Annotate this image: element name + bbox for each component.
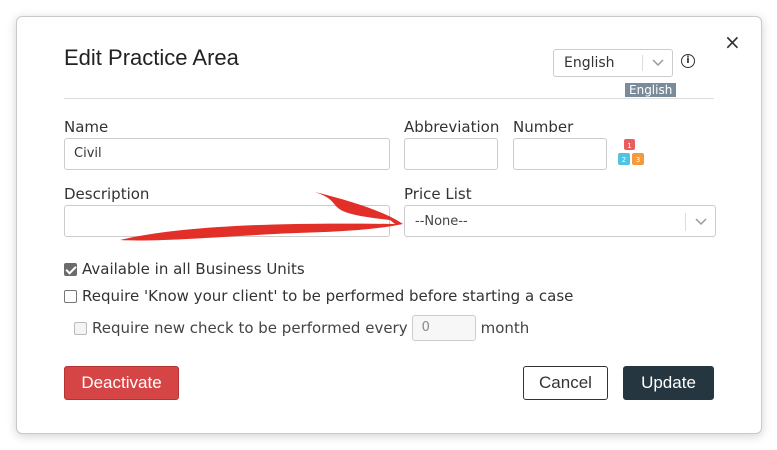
number-label: Number [513,118,574,136]
available-all-units-label: Available in all Business Units [82,260,305,278]
chevron-down-icon [652,59,664,67]
info-icon[interactable]: i [681,54,695,68]
language-select[interactable]: English [553,49,673,77]
name-input[interactable]: Civil [64,138,390,170]
select-separator [642,55,643,71]
abbreviation-label: Abbreviation [404,118,500,136]
price-list-label: Price List [404,185,472,203]
chevron-down-icon [695,218,707,226]
svg-text:1: 1 [627,142,631,150]
checkbox-icon [74,321,87,335]
cancel-button[interactable]: Cancel [523,366,608,400]
header-divider [64,98,714,99]
language-badge: English [625,83,677,97]
name-label: Name [64,118,109,136]
description-label: Description [64,185,150,203]
close-icon[interactable]: × [724,32,741,52]
number-input[interactable] [513,138,607,170]
require-new-check-label: Require new check to be performed every [92,319,408,337]
months-input: 0 [411,315,476,341]
require-kyc-option[interactable]: Require 'Know your client' to be perform… [64,287,573,305]
svg-text:2: 2 [622,156,626,164]
require-kyc-label: Require 'Know your client' to be perform… [82,287,574,305]
dialog-title: Edit Practice Area [64,45,239,70]
abc-blocks-icon[interactable]: 1 2 3 [617,138,647,168]
price-list-select[interactable]: --None-- [404,205,716,237]
available-all-units-option[interactable]: Available in all Business Units [64,260,305,278]
month-unit-label: month [480,319,530,337]
svg-text:3: 3 [636,156,640,164]
description-input[interactable] [64,205,390,237]
deactivate-button[interactable]: Deactivate [64,366,179,400]
abbreviation-input[interactable] [404,138,498,170]
language-select-value: English [564,55,615,71]
update-button[interactable]: Update [623,366,714,400]
checkbox-icon[interactable] [64,262,77,276]
checkbox-icon[interactable] [64,289,77,303]
select-separator [685,213,686,231]
require-new-check-option: Require new check to be performed every … [74,315,529,341]
price-list-value: --None-- [415,214,468,229]
